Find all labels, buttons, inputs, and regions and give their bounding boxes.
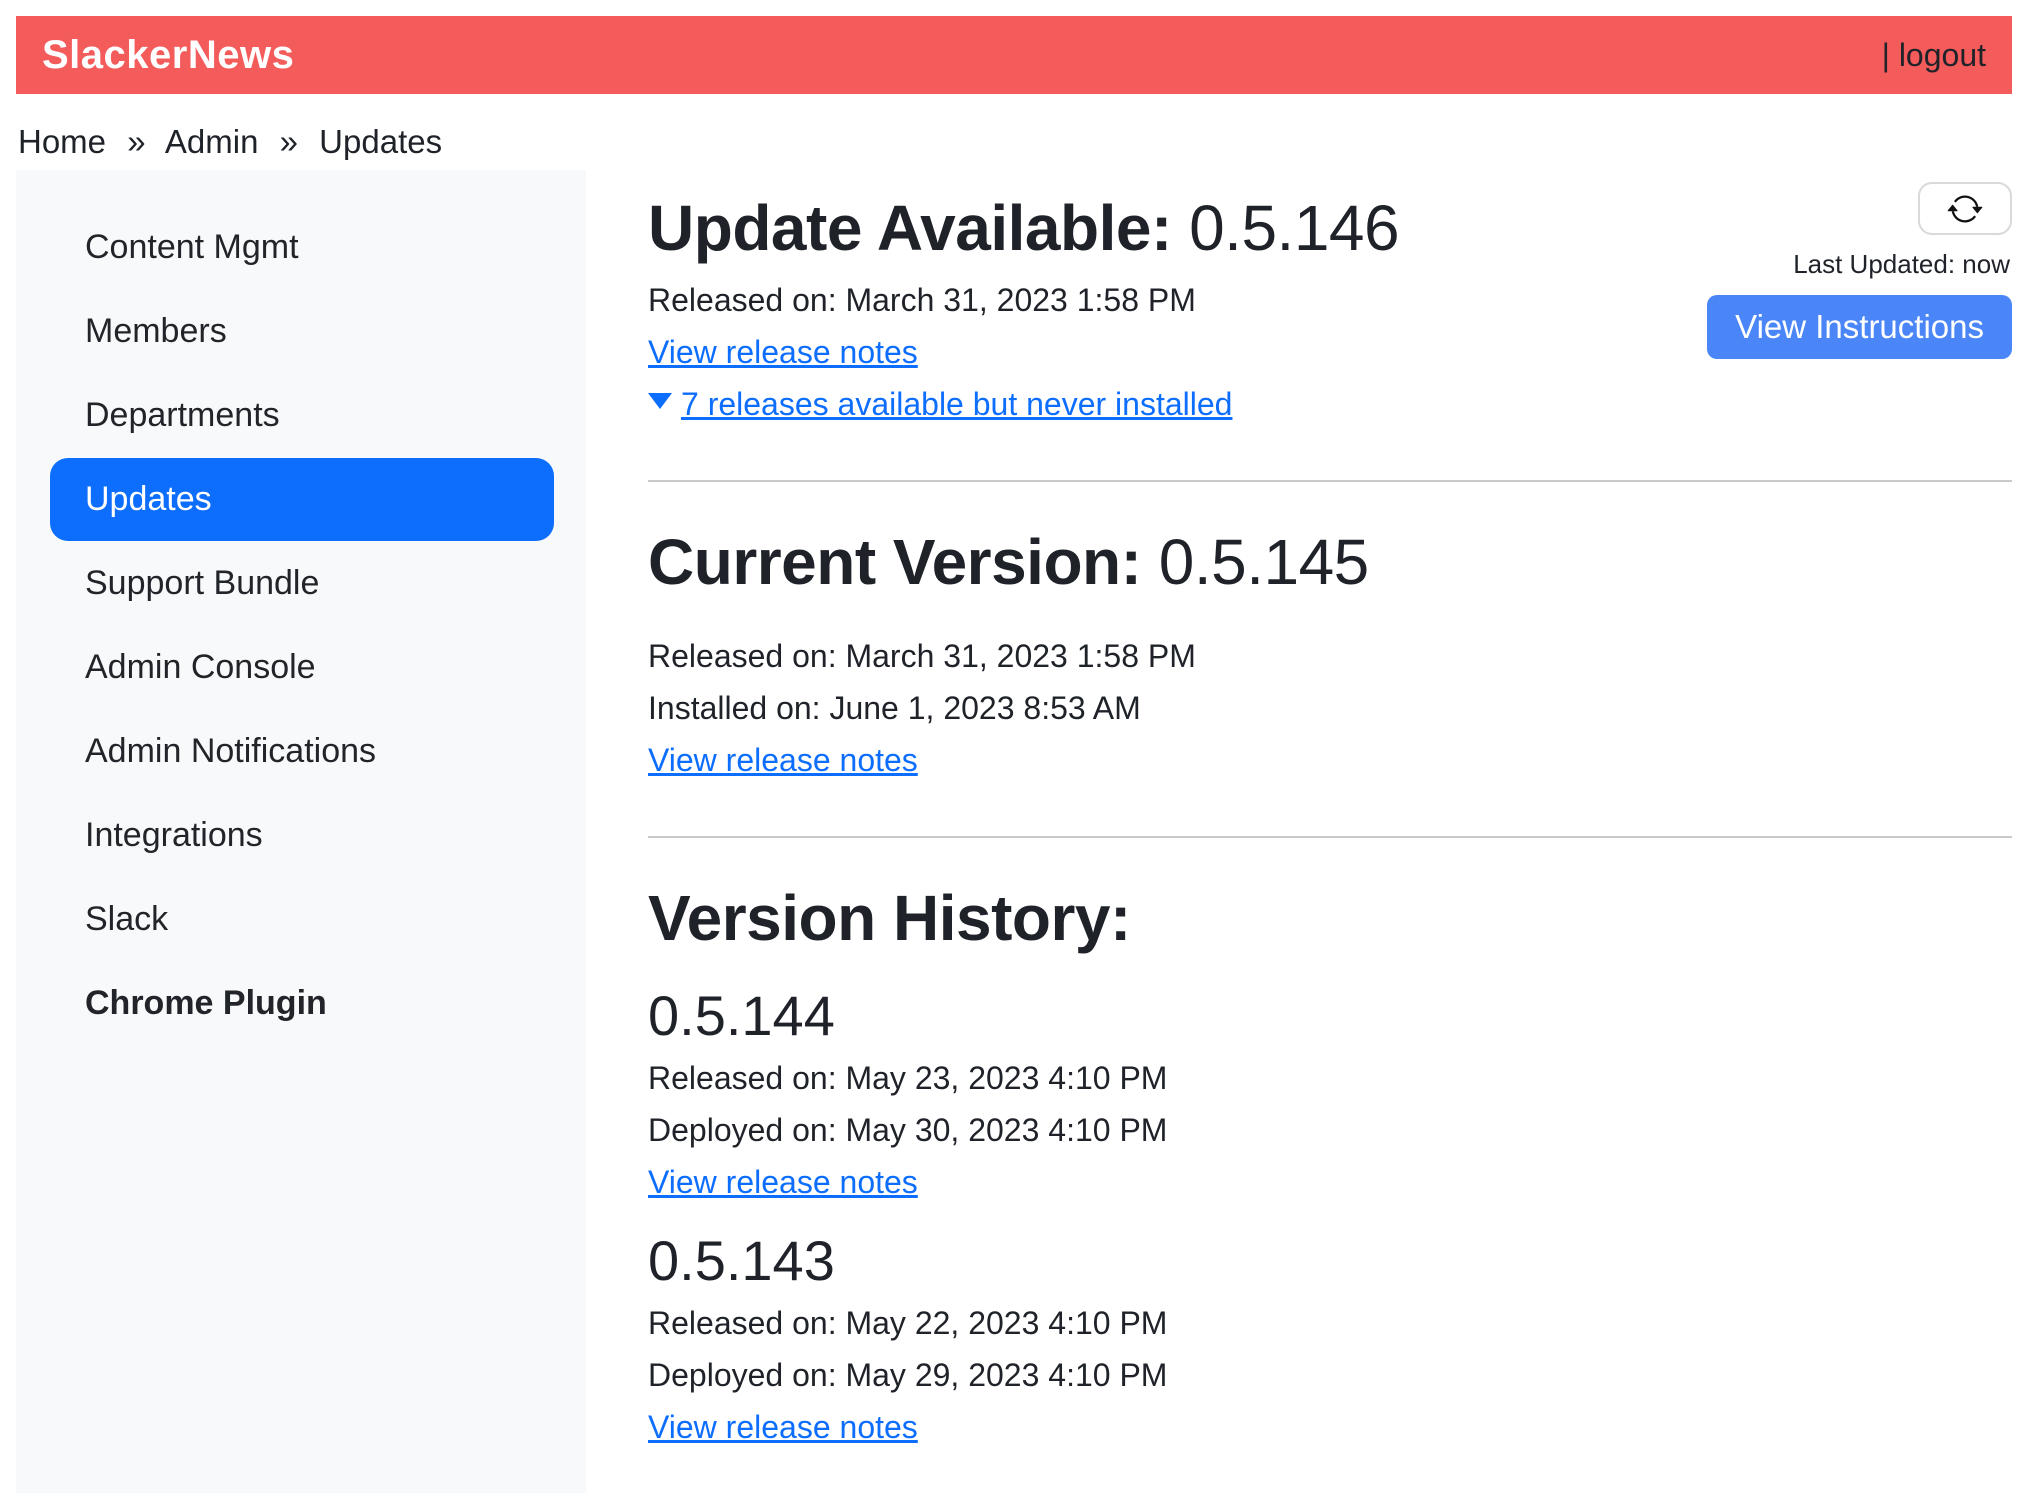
breadcrumb-separator: » <box>127 123 145 160</box>
release-notes-link[interactable]: View release notes <box>648 334 918 370</box>
last-updated-text: Last Updated: now <box>1793 248 2010 280</box>
view-instructions-button[interactable]: View Instructions <box>1707 295 2012 359</box>
breadcrumb-separator: » <box>280 123 298 160</box>
current-version-section: Current Version: 0.5.145 Released on: Ma… <box>648 524 2012 780</box>
brand-title: SlackerNews <box>42 33 294 78</box>
release-notes-link[interactable]: View release notes <box>648 1164 918 1200</box>
version-history-label: Version History: <box>648 882 1131 954</box>
sidebar-item-integrations[interactable]: Integrations <box>50 794 554 877</box>
main-layout: Content Mgmt Members Departments Updates… <box>16 170 2012 1493</box>
sidebar-item-support-bundle[interactable]: Support Bundle <box>50 542 554 625</box>
history-deployed-on: Deployed on: May 30, 2023 4:10 PM <box>648 1111 2012 1150</box>
current-version-heading: Current Version: 0.5.145 <box>648 524 2012 601</box>
history-released-on: Released on: May 23, 2023 4:10 PM <box>648 1059 2012 1098</box>
refresh-icon <box>1947 191 1983 227</box>
section-divider <box>648 480 2012 482</box>
breadcrumb-current: Updates <box>319 123 442 160</box>
sidebar-item-departments[interactable]: Departments <box>50 374 554 457</box>
sidebar-item-admin-notifications[interactable]: Admin Notifications <box>50 710 554 793</box>
logout-link[interactable]: | logout <box>1882 37 1986 74</box>
refresh-button[interactable] <box>1918 182 2012 235</box>
sidebar-menu: Content Mgmt Members Departments Updates… <box>50 206 554 1045</box>
release-notes-link[interactable]: View release notes <box>648 1409 918 1445</box>
version-history-entry: 0.5.144 Released on: May 23, 2023 4:10 P… <box>648 983 2012 1202</box>
breadcrumb-admin[interactable]: Admin <box>165 123 259 160</box>
sidebar-item-chrome-plugin[interactable]: Chrome Plugin <box>50 962 554 1045</box>
current-version-number: 0.5.145 <box>1159 526 1369 598</box>
history-deployed-on: Deployed on: May 29, 2023 4:10 PM <box>648 1356 2012 1395</box>
current-version-label: Current Version: <box>648 526 1141 598</box>
current-installed-on: Installed on: June 1, 2023 8:53 AM <box>648 689 2012 728</box>
sidebar: Content Mgmt Members Departments Updates… <box>16 170 586 1493</box>
version-history-entry: 0.5.143 Released on: May 22, 2023 4:10 P… <box>648 1228 2012 1447</box>
version-history-section: Version History: 0.5.144 Released on: Ma… <box>648 880 2012 1447</box>
update-available-version: 0.5.146 <box>1189 192 1399 264</box>
sidebar-item-admin-console[interactable]: Admin Console <box>50 626 554 709</box>
version-history-heading: Version History: <box>648 880 2012 957</box>
page: SlackerNews | logout Home » Admin » Upda… <box>0 0 2028 1510</box>
breadcrumb: Home » Admin » Updates <box>18 122 2012 162</box>
current-released-on: Released on: March 31, 2023 1:58 PM <box>648 637 2012 676</box>
pending-releases-link[interactable]: 7 releases available but never installed <box>681 386 1232 422</box>
breadcrumb-home[interactable]: Home <box>18 123 106 160</box>
update-controls: Last Updated: now View Instructions <box>1707 182 2012 359</box>
release-notes-link[interactable]: View release notes <box>648 742 918 778</box>
history-version-number: 0.5.143 <box>648 1228 2012 1294</box>
sidebar-item-slack[interactable]: Slack <box>50 878 554 961</box>
sidebar-item-members[interactable]: Members <box>50 290 554 373</box>
history-released-on: Released on: May 22, 2023 4:10 PM <box>648 1304 2012 1343</box>
app-header: SlackerNews | logout <box>16 16 2012 94</box>
sidebar-item-content-mgmt[interactable]: Content Mgmt <box>50 206 554 289</box>
history-version-number: 0.5.144 <box>648 983 2012 1049</box>
update-available-label: Update Available: <box>648 192 1172 264</box>
main-content: Last Updated: now View Instructions Upda… <box>586 170 2012 1460</box>
section-divider <box>648 836 2012 838</box>
caret-down-icon <box>648 393 672 409</box>
sidebar-item-updates[interactable]: Updates <box>50 458 554 541</box>
